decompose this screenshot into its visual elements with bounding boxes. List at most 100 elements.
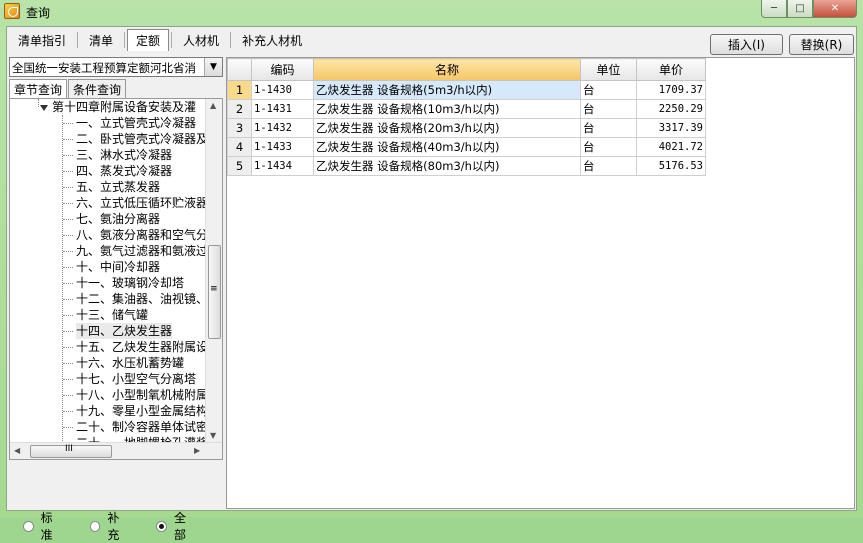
column-header-name[interactable]: 名称	[313, 58, 581, 81]
close-button[interactable]: ✕	[813, 0, 857, 18]
scroll-right-icon[interactable]: ▶	[194, 446, 200, 455]
tree-node-chapter-14[interactable]: 第十四章附属设备安装及灌	[52, 99, 196, 115]
filter-radio-group: 标准 补充 全部	[23, 509, 223, 543]
tab-supplementary-lmm[interactable]: 补充人材机	[233, 29, 311, 52]
tree-node[interactable]: 八、氨液分离器和空气分	[76, 227, 206, 243]
scroll-up-icon[interactable]: ▲	[210, 101, 216, 110]
code-cell[interactable]: 1-1430	[251, 80, 314, 100]
tab-labor-material-machine[interactable]: 人材机	[174, 29, 228, 52]
name-cell[interactable]: 乙炔发生器 设备规格(40m3/h以内)	[313, 137, 581, 157]
price-cell[interactable]: 1709.37	[636, 80, 706, 100]
table-row[interactable]: 1 1-1430 乙炔发生器 设备规格(5m3/h以内) 台 1709.37	[227, 80, 706, 100]
row-number-cell[interactable]: 2	[227, 99, 252, 119]
column-header-unit[interactable]: 单位	[580, 58, 637, 81]
row-number-header	[227, 58, 252, 81]
unit-cell[interactable]: 台	[580, 99, 637, 119]
tree-node[interactable]: 十七、小型空气分离塔	[76, 371, 196, 387]
tab-list[interactable]: 清单	[80, 29, 122, 52]
unit-cell[interactable]: 台	[580, 156, 637, 176]
tree-node[interactable]: 九、氨气过滤器和氨液过	[76, 243, 206, 259]
table-row[interactable]: 2 1-1431 乙炔发生器 设备规格(10m3/h以内) 台 2250.29	[227, 99, 706, 119]
unit-cell[interactable]: 台	[580, 118, 637, 138]
table-row[interactable]: 5 1-1434 乙炔发生器 设备规格(80m3/h以内) 台 5176.53	[227, 156, 706, 176]
table-row[interactable]: 4 1-1433 乙炔发生器 设备规格(40m3/h以内) 台 4021.72	[227, 137, 706, 157]
main-tabs: 清单指引 清单 定额 人材机 补充人材机	[9, 29, 313, 51]
scroll-thumb[interactable]: ≡	[208, 245, 221, 339]
tree-node[interactable]: 十、中间冷却器	[76, 259, 160, 275]
radio-standard[interactable]: 标准	[23, 509, 64, 543]
unit-cell[interactable]: 台	[580, 80, 637, 100]
grip-icon: III	[65, 444, 73, 454]
tab-quota[interactable]: 定额	[127, 29, 170, 51]
code-cell[interactable]: 1-1433	[251, 137, 314, 157]
tree-node[interactable]: 二、卧式管壳式冷凝器及	[76, 131, 206, 147]
radio-indicator[interactable]	[156, 520, 167, 532]
tree-node[interactable]: 六、立式低压循环贮液器	[76, 195, 206, 211]
tab-list-guide[interactable]: 清单指引	[9, 29, 75, 52]
tree-node[interactable]: 四、蒸发式冷凝器	[76, 163, 172, 179]
grip-icon: ≡	[210, 284, 218, 294]
price-cell[interactable]: 3317.39	[636, 118, 706, 138]
name-cell[interactable]: 乙炔发生器 设备规格(5m3/h以内)	[313, 80, 581, 100]
tree-node[interactable]: 三、淋水式冷凝器	[76, 147, 172, 163]
chapter-tree: 第十四章附属设备安装及灌 一、立式管壳式冷凝器 二、卧式管壳式冷凝器及 三、淋水式冷…	[9, 98, 223, 460]
quota-table: 编码 名称 单位 单价 1 1-1430 乙炔发生器 设备规格(5m3/h以内) 台 1…	[227, 58, 706, 176]
radio-indicator[interactable]	[23, 520, 34, 532]
tree-node[interactable]: 七、氨油分离器	[76, 211, 160, 227]
radio-label: 全部	[173, 511, 186, 542]
scroll-left-icon[interactable]: ◀	[14, 446, 20, 455]
insert-button[interactable]: 插入(I)	[710, 34, 783, 55]
app-icon	[4, 3, 20, 19]
code-cell[interactable]: 1-1434	[251, 156, 314, 176]
tree-node[interactable]: 十八、小型制氧机械附属	[76, 387, 206, 403]
name-cell[interactable]: 乙炔发生器 设备规格(80m3/h以内)	[313, 156, 581, 176]
tree-node[interactable]: 十九、零星小型金属结构	[76, 403, 206, 419]
hscroll-thumb[interactable]: III	[30, 444, 112, 458]
tree-node[interactable]: 一、立式管壳式冷凝器	[76, 115, 196, 131]
price-cell[interactable]: 2250.29	[636, 99, 706, 119]
column-header-price[interactable]: 单价	[636, 58, 706, 81]
price-cell[interactable]: 5176.53	[636, 156, 706, 176]
tab-condition-query[interactable]: 条件查询	[68, 79, 127, 99]
tab-chapter-query[interactable]: 章节查询	[9, 79, 68, 99]
radio-all[interactable]: 全部	[156, 509, 197, 543]
column-header-code[interactable]: 编码	[251, 58, 314, 81]
code-cell[interactable]: 1-1431	[251, 99, 314, 119]
tree-node[interactable]: 十六、水压机蓄势罐	[76, 355, 184, 371]
tree-vertical-scrollbar[interactable]: ▲ ≡ ▼	[205, 99, 222, 443]
quota-library-select[interactable]: 全国统一安装工程预算定额河北省消 ▼	[9, 57, 223, 77]
price-cell[interactable]: 4021.72	[636, 137, 706, 157]
tree-horizontal-scrollbar[interactable]: ◀ III ▶	[10, 442, 222, 459]
chevron-down-icon[interactable]: ▼	[204, 58, 222, 76]
client-area: 清单指引 清单 定额 人材机 补充人材机 插入(I) 替换(R) 全国统一安装工…	[6, 26, 857, 542]
name-cell[interactable]: 乙炔发生器 设备规格(20m3/h以内)	[313, 118, 581, 138]
row-number-cell[interactable]: 5	[227, 156, 252, 176]
expand-arrow-icon[interactable]	[40, 105, 48, 111]
tree-node[interactable]: 十五、乙炔发生器附属设	[76, 339, 206, 355]
quota-grid: 编码 名称 单位 单价 1 1-1430 乙炔发生器 设备规格(5m3/h以内) 台 1…	[226, 57, 855, 509]
row-number-cell[interactable]: 4	[227, 137, 252, 157]
replace-button[interactable]: 替换(R)	[789, 34, 854, 55]
title-bar[interactable]: 查询 ─ □ ✕	[0, 0, 863, 22]
row-number-cell[interactable]: 3	[227, 118, 252, 138]
radio-label: 标准	[40, 511, 53, 542]
code-cell[interactable]: 1-1432	[251, 118, 314, 138]
tree-node[interactable]: 十三、储气罐	[76, 307, 148, 323]
unit-cell[interactable]: 台	[580, 137, 637, 157]
query-window: 查询 ─ □ ✕ 清单指引 清单 定额 人材机 补充人材机 插入(I) 替换(R…	[0, 0, 863, 542]
maximize-button[interactable]: □	[787, 0, 813, 18]
window-title: 查询	[26, 6, 51, 20]
scroll-down-icon[interactable]: ▼	[210, 431, 216, 440]
tree-node[interactable]: 十一、玻璃钢冷却塔	[76, 275, 184, 291]
row-number-cell[interactable]: 1	[227, 80, 252, 100]
tree-node[interactable]: 十四、乙炔发生器	[76, 323, 173, 339]
quota-library-value: 全国统一安装工程预算定额河北省消	[12, 61, 196, 75]
radio-supplementary[interactable]: 补充	[89, 509, 131, 543]
tree-node[interactable]: 二十、制冷容器单体试密	[76, 419, 206, 435]
minimize-button[interactable]: ─	[761, 0, 787, 18]
radio-indicator[interactable]	[89, 520, 101, 532]
tree-node[interactable]: 五、立式蒸发器	[76, 179, 160, 195]
tree-node[interactable]: 十二、集油器、油视镜、	[76, 291, 206, 307]
table-row[interactable]: 3 1-1432 乙炔发生器 设备规格(20m3/h以内) 台 3317.39	[227, 118, 706, 138]
name-cell[interactable]: 乙炔发生器 设备规格(10m3/h以内)	[313, 99, 581, 119]
